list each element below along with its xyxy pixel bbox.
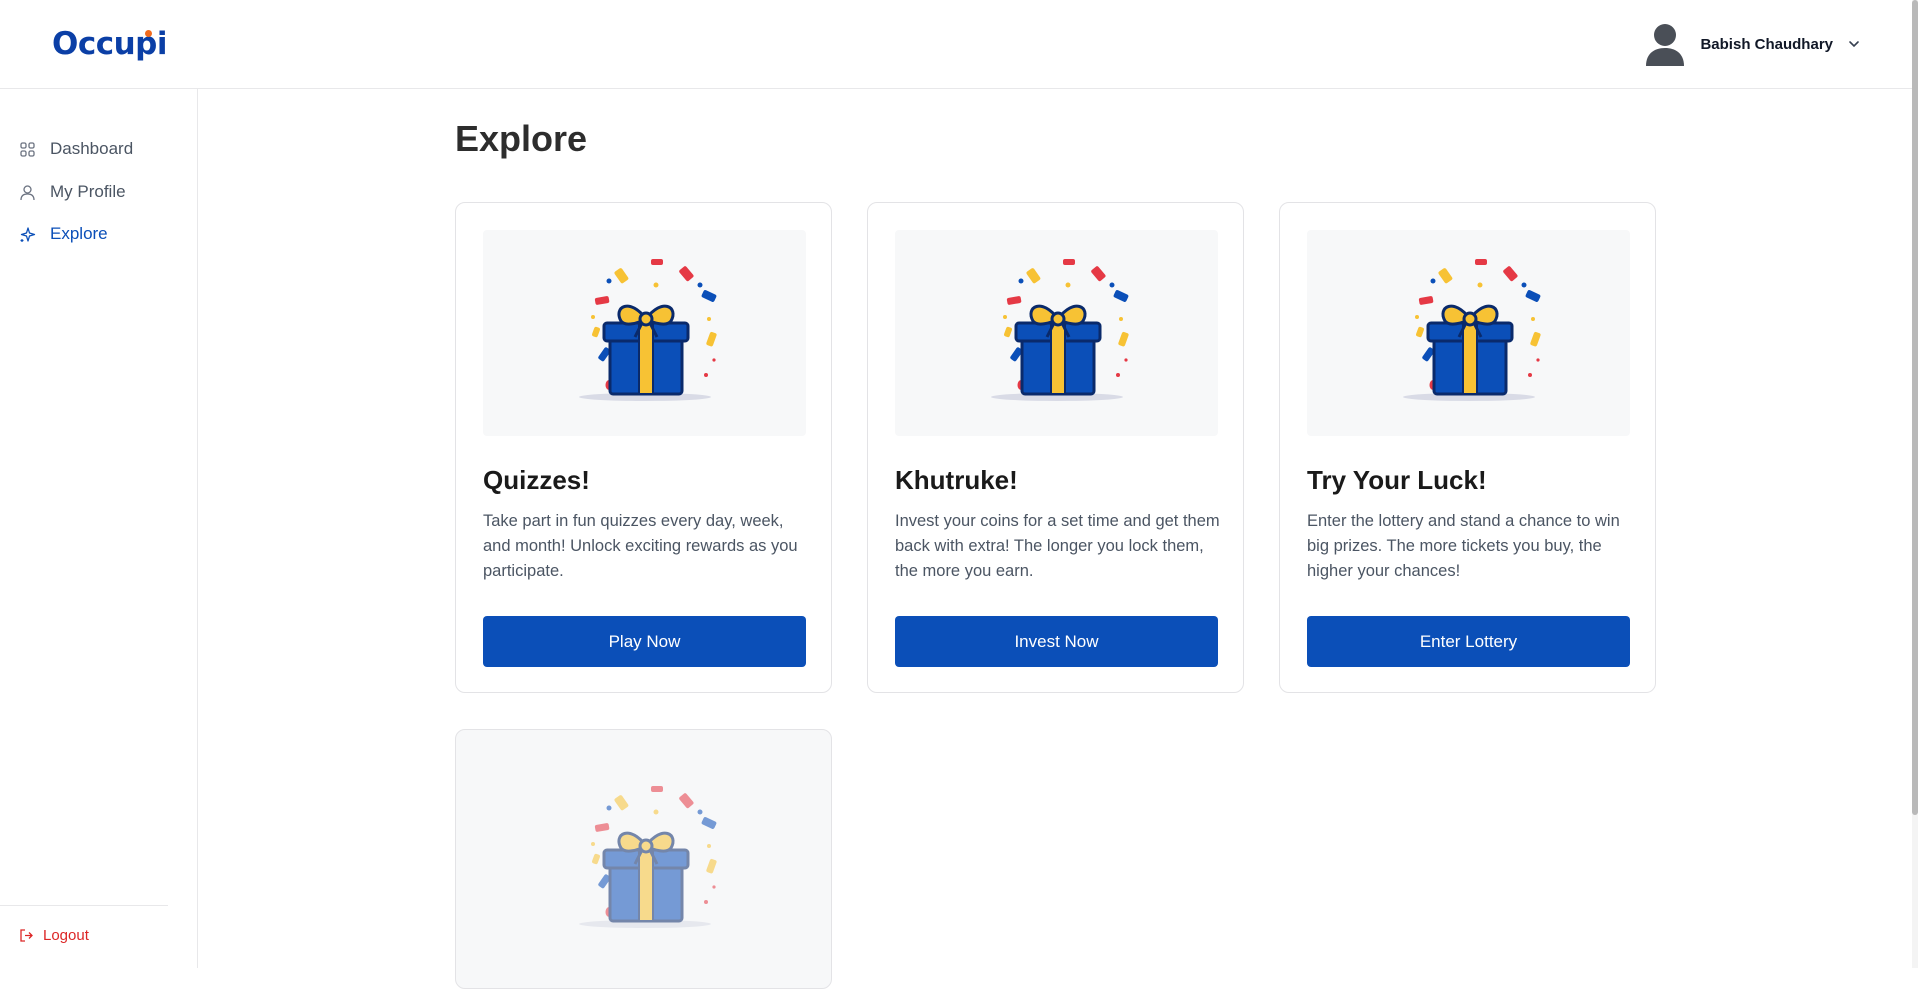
sidebar-item-label: Dashboard <box>50 139 134 158</box>
card-image <box>895 230 1218 436</box>
sidebar-divider <box>0 905 168 906</box>
sidebar-item-label: Explore <box>50 224 108 243</box>
card-image <box>483 230 806 436</box>
sidebar: Dashboard My Profile Explore Logout <box>0 89 198 968</box>
user-icon <box>20 184 35 200</box>
invest-now-button[interactable]: Invest Now <box>895 616 1218 667</box>
avatar <box>1644 22 1686 66</box>
grid-icon <box>20 141 35 157</box>
card-coming-soon <box>455 729 832 989</box>
gift-confetti-icon <box>577 784 719 930</box>
logout-label: Logout <box>43 927 89 944</box>
logout-icon <box>20 929 33 942</box>
card-image <box>483 757 806 963</box>
logout-button[interactable]: Logout <box>19 927 89 944</box>
enter-lottery-button[interactable]: Enter Lottery <box>1307 616 1630 667</box>
card-quizzes: Quizzes! Take part in fun quizzes every … <box>455 202 832 693</box>
play-now-button[interactable]: Play Now <box>483 616 806 667</box>
sidebar-item-label: My Profile <box>50 182 126 201</box>
gift-confetti-icon <box>1401 257 1543 403</box>
gift-confetti-icon <box>577 257 719 403</box>
page-scrollbar[interactable] <box>1912 0 1918 968</box>
gift-confetti-icon <box>989 257 1131 403</box>
sidebar-item-my-profile[interactable]: My Profile <box>0 175 197 209</box>
card-description: Enter the lottery and stand a chance to … <box>1307 512 1620 580</box>
user-menu[interactable]: Babish Chaudhary <box>1644 22 1861 66</box>
card-title: Try Your Luck! <box>1307 465 1487 495</box>
card-description: Take part in fun quizzes every day, week… <box>483 512 798 580</box>
card-image <box>1307 230 1630 436</box>
sidebar-item-explore[interactable]: Explore <box>0 217 197 251</box>
page-title: Explore <box>455 118 588 159</box>
card-khutruke: Khutruke! Invest your coins for a set ti… <box>867 202 1244 693</box>
sparkle-icon <box>20 226 36 242</box>
card-title: Quizzes! <box>483 465 590 495</box>
scrollbar-thumb[interactable] <box>1912 0 1918 815</box>
sidebar-item-dashboard[interactable]: Dashboard <box>0 132 197 166</box>
top-bar: Occupi Babish Chaudhary <box>0 0 1918 89</box>
card-title: Khutruke! <box>895 465 1018 495</box>
card-description: Invest your coins for a set time and get… <box>895 512 1220 580</box>
card-try-your-luck: Try Your Luck! Enter the lottery and sta… <box>1279 202 1656 693</box>
logo-accent-dot <box>145 30 152 37</box>
user-name: Babish Chaudhary <box>1700 35 1833 53</box>
chevron-down-icon <box>1849 41 1859 48</box>
app-logo[interactable]: Occupi <box>52 26 168 62</box>
